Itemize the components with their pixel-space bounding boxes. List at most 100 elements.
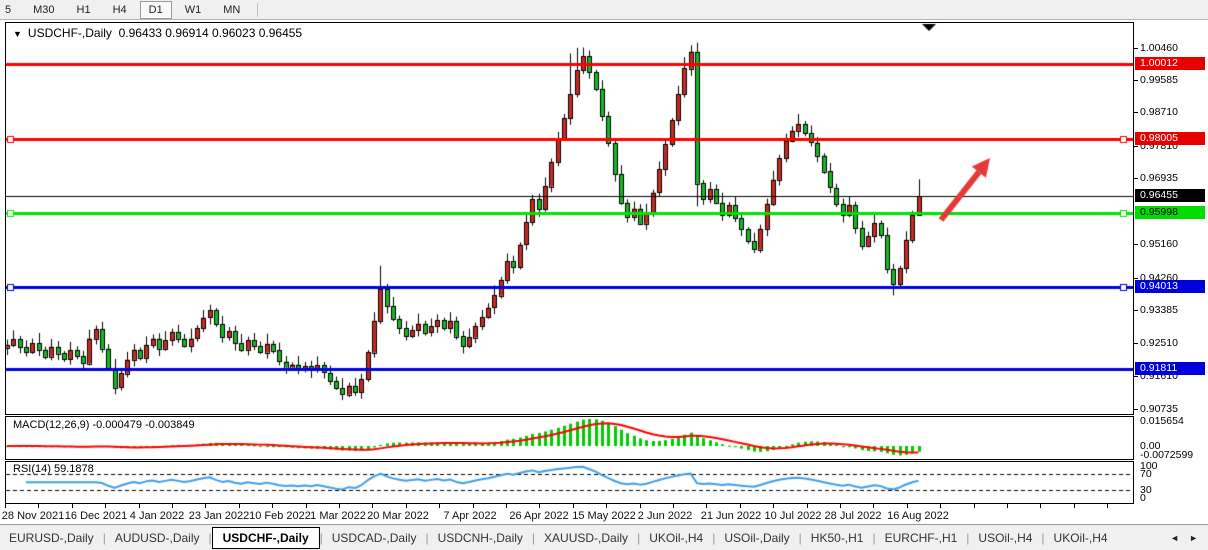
date-axis-tick (539, 504, 540, 508)
date-axis-label: 23 Jan 2022 (189, 510, 250, 522)
price-level-badge: 0.94013 (1135, 280, 1205, 293)
tab-hk50h1[interactable]: HK50-,H1 (802, 528, 873, 548)
tab-scroll-buttons: ◄► (1170, 533, 1208, 543)
price-axis-tick (1134, 343, 1138, 344)
ohlc-values: 0.96433 0.96914 0.96023 0.96455 (119, 26, 303, 40)
price-axis-tick (1134, 376, 1138, 377)
price-axis-tick (1134, 112, 1138, 113)
date-axis-tick (72, 504, 73, 508)
date-axis-label: 1 Mar 2022 (310, 510, 366, 522)
chart-tabs: EURUSD-,Daily|AUDUSD-,Daily|USDCHF-,Dail… (0, 524, 1208, 550)
macd-indicator-label: MACD(12,26,9) -0.000479 -0.003849 (13, 419, 195, 431)
price-level-badge: 0.96455 (1135, 189, 1205, 202)
date-axis-tick (139, 504, 140, 508)
tab-eurusddaily[interactable]: EURUSD-,Daily (0, 528, 103, 548)
timeframe-button-w1[interactable]: W1 (176, 1, 211, 19)
symbol-name: USDCHF-,Daily (28, 26, 112, 40)
mt4-window: 5M30 H1H4D1W1MN ▼ USDCHF-,Daily 0.96433 0.… (0, 0, 1208, 550)
date-axis-tick (5, 504, 6, 508)
date-axis-tick (406, 504, 407, 508)
tab-scroll-right-icon[interactable]: ► (1189, 533, 1198, 543)
date-axis-label: 21 Jun 2022 (701, 510, 762, 522)
date-axis-label: 7 Apr 2022 (443, 510, 496, 522)
date-axis-tick (1074, 504, 1075, 508)
rsi-canvas (6, 462, 1133, 503)
date-axis-label: 16 Aug 2022 (887, 510, 949, 522)
price-axis-label: 1.00460 (1140, 42, 1178, 54)
date-axis-label: 10 Feb 2022 (249, 510, 311, 522)
timeframe-toolbar: 5M30 H1H4D1W1MN (0, 0, 1208, 20)
date-axis-label: 4 Jan 2022 (130, 510, 184, 522)
tab-usdcaddaily[interactable]: USDCAD-,Daily (323, 528, 426, 548)
date-axis-tick (105, 504, 106, 508)
rsi-pane[interactable] (5, 461, 1134, 504)
date-axis-label: 26 Apr 2022 (509, 510, 568, 522)
date-axis-tick (205, 504, 206, 508)
date-axis-tick (239, 504, 240, 508)
date-axis-label: 2 Jun 2022 (638, 510, 692, 522)
price-axis-label: 0.92510 (1140, 337, 1178, 349)
price-axis-tick (1134, 310, 1138, 311)
tab-ukoilh4[interactable]: UKOil-,H4 (640, 528, 712, 548)
tab-usoilh4[interactable]: USOil-,H4 (969, 528, 1041, 548)
tab-eurchfh1[interactable]: EURCHF-,H1 (876, 528, 967, 548)
tab-usdchfdaily[interactable]: USDCHF-,Daily (212, 527, 320, 549)
date-axis-tick (773, 504, 774, 508)
timeframe-button-d1[interactable]: D1 (140, 1, 172, 19)
date-axis-label: 15 May 2022 (572, 510, 636, 522)
tab-ukoilh4[interactable]: UKOil-,H4 (1045, 528, 1117, 548)
price-axis-label: 0.93385 (1140, 304, 1178, 316)
date-axis-tick (673, 504, 674, 508)
rsi-indicator-label: RSI(14) 59.1878 (13, 463, 94, 475)
price-axis-tick (1134, 146, 1138, 147)
tab-usoildaily[interactable]: USOil-,Daily (715, 528, 798, 548)
date-axis-label: 28 Nov 2021 (2, 510, 64, 522)
date-axis-label: 20 Mar 2022 (367, 510, 429, 522)
candlestick-canvas[interactable] (6, 23, 1133, 414)
price-axis-label: 0.96935 (1140, 172, 1178, 184)
date-axis-tick (172, 504, 173, 508)
price-axis-label: 0.99585 (1140, 74, 1178, 86)
price-axis-tick (1134, 409, 1138, 410)
date-axis-tick (372, 504, 373, 508)
date-axis-label: 16 Dec 2021 (65, 510, 127, 522)
price-axis-tick (1134, 48, 1138, 49)
date-axis-tick (1107, 504, 1108, 508)
timeframe-button-5[interactable]: 5 (0, 1, 20, 19)
date-axis-tick (339, 504, 340, 508)
tab-scroll-left-icon[interactable]: ◄ (1170, 533, 1179, 543)
date-axis-tick (573, 504, 574, 508)
date-axis-tick (974, 504, 975, 508)
price-axis-label: 0.95160 (1140, 238, 1178, 250)
date-axis-tick (873, 504, 874, 508)
date-axis-tick (840, 504, 841, 508)
toolbar-separator (257, 3, 258, 17)
timeframe-button-m30[interactable]: M30 (24, 1, 63, 19)
price-chart-pane[interactable] (5, 22, 1134, 415)
price-level-badge: 0.91811 (1135, 362, 1205, 375)
date-axis-tick (272, 504, 273, 508)
price-axis-tick (1134, 178, 1138, 179)
price-axis-label: 0.90735 (1140, 403, 1178, 415)
timeframe-button-h1[interactable]: H1 (68, 1, 100, 19)
tab-usdcnhdaily[interactable]: USDCNH-,Daily (429, 528, 532, 548)
date-axis-tick (807, 504, 808, 508)
price-axis: 1.004600.995850.987100.978100.969350.951… (1134, 22, 1208, 504)
tab-audusddaily[interactable]: AUDUSD-,Daily (106, 528, 209, 548)
tab-xauusddaily[interactable]: XAUUSD-,Daily (535, 528, 637, 548)
date-axis-tick (439, 504, 440, 508)
timeframe-button-mn[interactable]: MN (214, 1, 249, 19)
date-axis-tick (907, 504, 908, 508)
date-axis-tick (1007, 504, 1008, 508)
chart-title: ▼ USDCHF-,Daily 0.96433 0.96914 0.96023 0… (13, 26, 302, 40)
timeframe-button-h4[interactable]: H4 (104, 1, 136, 19)
chevron-down-icon[interactable]: ▼ (13, 29, 22, 39)
price-axis-label: 0.98710 (1140, 106, 1178, 118)
date-axis-tick (506, 504, 507, 508)
date-axis: 28 Nov 202116 Dec 20214 Jan 2022 23 Jan 2… (0, 504, 1208, 524)
date-axis-label: 28 Jul 2022 (825, 510, 882, 522)
date-axis-tick (38, 504, 39, 508)
rsi-axis-label: 70 (1140, 468, 1152, 480)
price-level-badge: 0.98005 (1135, 132, 1205, 145)
price-level-badge: 1.00012 (1135, 57, 1205, 70)
